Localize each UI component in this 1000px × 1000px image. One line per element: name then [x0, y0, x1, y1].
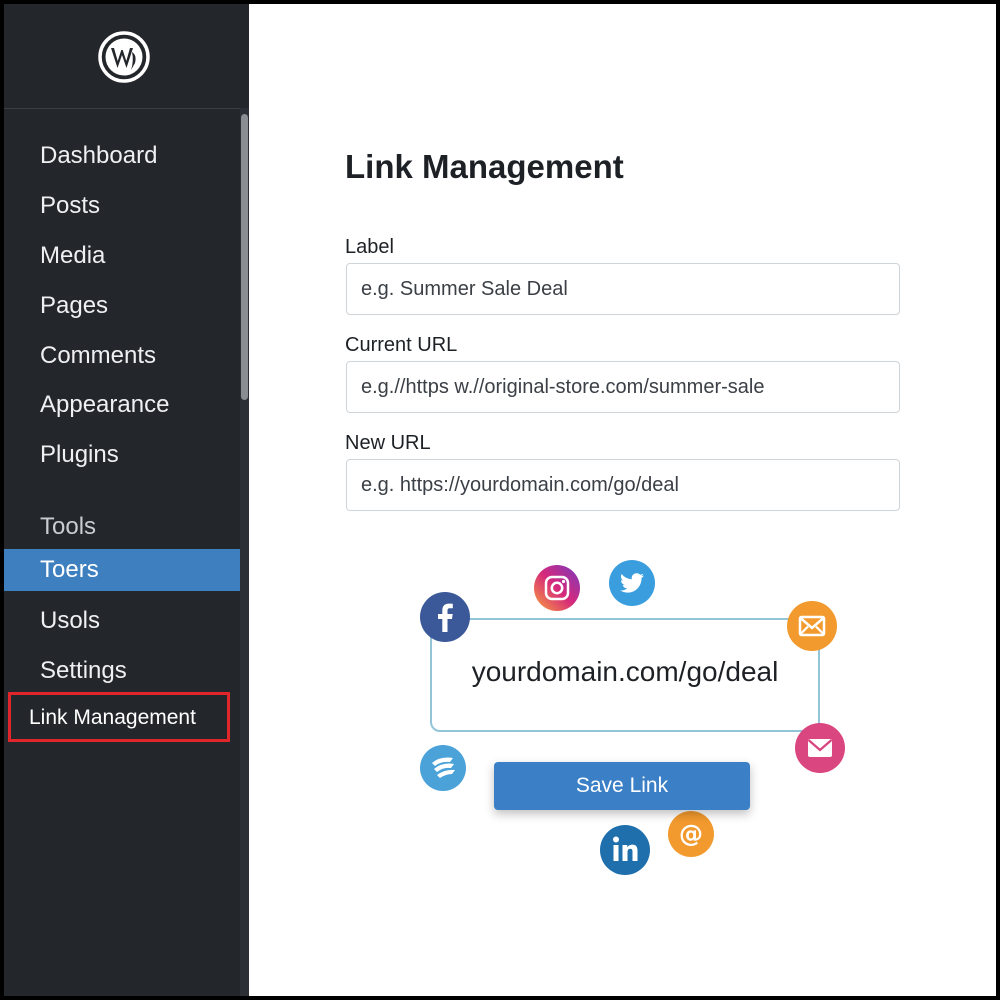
- sidebar-item-media[interactable]: Media: [4, 236, 240, 276]
- sidebar-item-usols[interactable]: Usols: [4, 601, 240, 641]
- mail-icon[interactable]: [787, 601, 837, 651]
- sidebar-item-appearance[interactable]: Appearance: [4, 385, 240, 425]
- twitter-icon[interactable]: [609, 560, 655, 606]
- current-url-field-label: Current URL: [345, 334, 458, 356]
- current-url-input[interactable]: [346, 361, 900, 413]
- save-link-button[interactable]: Save Link: [494, 762, 750, 810]
- main-content: Link Management Label Current URL New UR…: [249, 4, 996, 996]
- sidebar-item-link-management[interactable]: Link Management: [8, 692, 230, 742]
- facebook-icon[interactable]: [420, 592, 470, 642]
- wordpress-logo-icon[interactable]: [98, 31, 150, 83]
- sidebar-item-pages[interactable]: Pages: [4, 286, 240, 326]
- svg-text:@: @: [679, 820, 703, 848]
- sidebar-item-toers[interactable]: Toers: [4, 549, 249, 591]
- label-field-label: Label: [345, 236, 394, 258]
- sidebar-scrollbar[interactable]: [240, 108, 249, 996]
- admin-sidebar: Dashboard Posts Media Pages Comments App…: [4, 4, 249, 996]
- label-input[interactable]: [346, 263, 900, 315]
- sidebar-header: [4, 4, 249, 109]
- preview-url: yourdomain.com/go/deal: [471, 656, 779, 687]
- email-icon[interactable]: [795, 723, 845, 773]
- share-icon[interactable]: [420, 745, 466, 791]
- new-url-field-label: New URL: [345, 432, 431, 454]
- new-url-input[interactable]: [346, 459, 900, 511]
- app-window: Dashboard Posts Media Pages Comments App…: [4, 4, 996, 996]
- sidebar-item-comments[interactable]: Comments: [4, 336, 240, 376]
- sidebar-item-tools[interactable]: Tools: [4, 507, 240, 547]
- instagram-icon[interactable]: [534, 565, 580, 611]
- sidebar-item-dashboard[interactable]: Dashboard: [4, 136, 240, 176]
- linkedin-icon[interactable]: [600, 825, 650, 875]
- sidebar-item-posts[interactable]: Posts: [4, 186, 240, 226]
- sidebar-scroll-thumb[interactable]: [241, 114, 248, 400]
- page-title: Link Management: [345, 148, 624, 185]
- at-sign-icon[interactable]: @: [668, 811, 714, 857]
- sidebar-item-plugins[interactable]: Plugins: [4, 435, 240, 475]
- sidebar-item-settings[interactable]: Settings: [4, 651, 240, 691]
